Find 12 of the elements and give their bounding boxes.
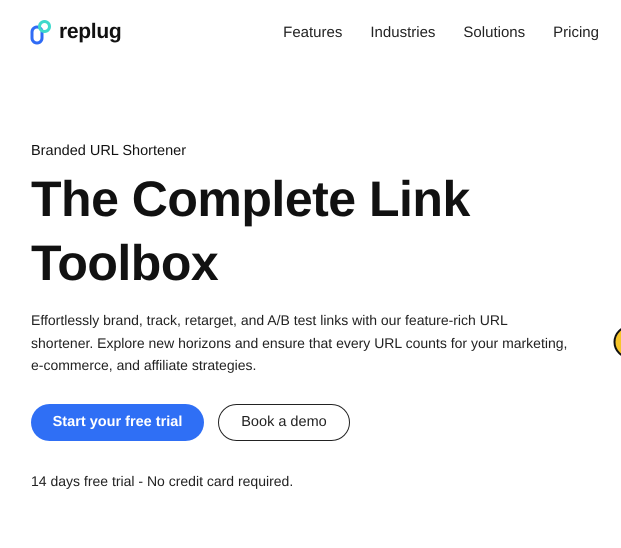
nav-link[interactable]: Industries [370,24,436,40]
nav-link[interactable]: Solutions [463,24,526,40]
nav-link[interactable]: Pricing [553,24,599,40]
brand-name[interactable]: replug [59,20,122,44]
demo-button[interactable]: Book a demo [218,404,350,440]
logo-icon [30,19,52,45]
trial-button[interactable]: Start your free trial [31,404,204,440]
trial-note: 14 days free trial - No credit card required. [31,472,294,488]
hero-description: Effortlessly brand, track, retarget, and A/B test links with our feature-rich URL shortener. Explore new horizons and ensure that every URL counts for your marketing, e-commerce, and affiliate strategies. [31,311,568,375]
nav-link[interactable]: Features [283,24,342,40]
eyebrow-text: Branded URL Shortener [31,143,188,159]
hero-title: The Complete Link Toolbox [31,170,472,293]
